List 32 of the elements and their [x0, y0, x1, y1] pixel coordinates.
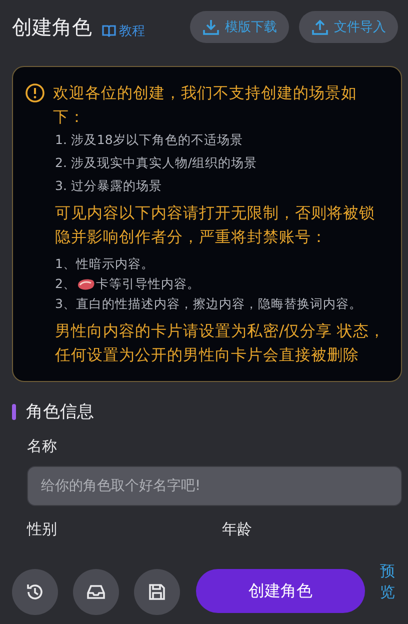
rule-number: 2、 — [55, 275, 76, 293]
history-button[interactable] — [12, 569, 58, 615]
scene-item: 2. 涉及现实中真实人物/组织的场景 — [55, 154, 258, 172]
meat-icon — [76, 277, 96, 291]
field-label: 年龄 — [222, 520, 252, 539]
download-icon — [202, 18, 220, 36]
scene-item: 1. 涉及18岁以下角色的不适场景 — [55, 131, 244, 149]
import-button[interactable]: 文件导入 — [299, 11, 398, 43]
rule-item: 3、直白的性描述内容，擦边内容，隐晦替换词内容。 — [55, 295, 363, 313]
scene-item: 3. 过分暴露的场景 — [55, 177, 163, 195]
create-button[interactable]: 创建角色 — [196, 569, 365, 613]
save-icon — [147, 582, 167, 602]
notice-heading: 欢迎各位的创建，我们不支持创建的场景如下： — [53, 83, 358, 128]
page-title: 创建角色 — [12, 14, 92, 40]
book-icon — [102, 25, 116, 37]
section-title: 角色信息 — [26, 401, 94, 423]
name-input-field[interactable]: 给你的角色取个好名字吧! — [27, 466, 402, 506]
download-button[interactable]: 模版下载 — [190, 11, 289, 43]
rule-item: 1、性暗示内容。 — [55, 255, 155, 273]
rule-item: 卡等引导性内容。 — [96, 275, 200, 293]
save-button[interactable] — [134, 569, 180, 615]
field-label: 名称 — [27, 437, 58, 456]
upload-icon — [311, 18, 329, 36]
tutorial-link[interactable]: 教程 — [102, 22, 145, 40]
field-label: 性别 — [27, 520, 57, 539]
inbox-icon — [86, 582, 106, 602]
warning-icon — [25, 83, 45, 103]
warning-text: 可见内容以下内容请打开无限制，否则将被锁隐并影响创作者分，严重将封禁账号： — [55, 203, 376, 248]
preview-link[interactable]: 预览 — [380, 561, 395, 603]
footer-warning: 男性向内容的卡片请设置为私密/仅分享 状态，任何设置为公开的男性向卡片会直接被删除 — [55, 321, 386, 366]
history-icon — [25, 582, 45, 602]
inbox-button[interactable] — [73, 569, 119, 615]
